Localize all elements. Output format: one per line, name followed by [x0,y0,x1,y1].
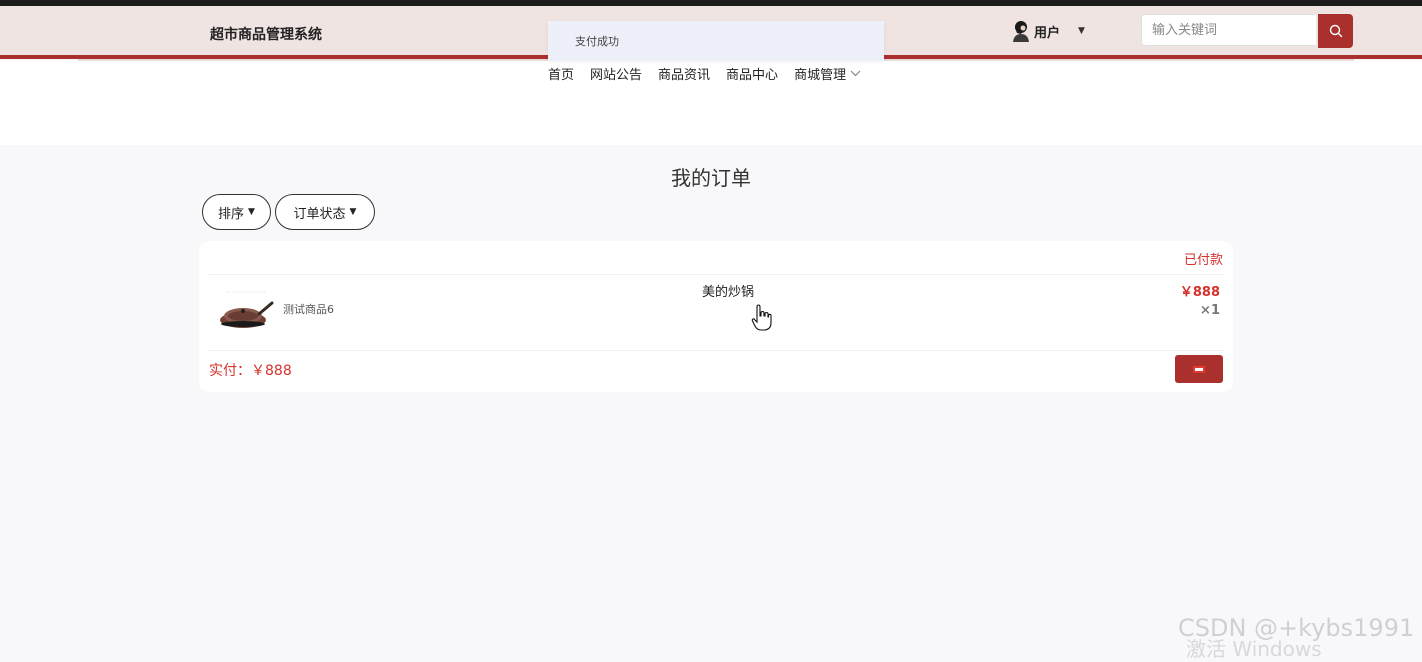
paid-label: 实付： [209,363,251,379]
card-divider [207,350,1225,351]
user-label: 用户 [1034,25,1061,41]
nav-item-mall-management[interactable]: 商城管理 [794,64,861,83]
main-nav: 首页 网站公告 商品资讯 商品中心 商城管理 [548,64,877,83]
search-input[interactable] [1141,14,1316,46]
product-name[interactable]: 测试商品6 [283,301,334,317]
product-title: 美的炒锅 [702,285,755,300]
card-divider [207,274,1225,275]
nav-item-announcements[interactable]: 网站公告 [590,64,642,83]
order-status-dropdown[interactable]: 订单状态 ▼ [275,194,375,230]
paid-total: 实付：￥888 [209,360,292,380]
page-title: 我的订单 [671,166,751,190]
chevron-down-icon [850,70,861,77]
paid-amount: ￥888 [251,363,292,379]
nav-dropdown-label: 商城管理 [794,68,847,83]
order-status-label: 订单状态 [293,206,346,222]
nav-item-news[interactable]: 商品资讯 [658,64,710,83]
product-price: ￥888 [1179,285,1220,300]
search-box [1141,14,1353,48]
order-status-badge: 已付款 [1183,253,1223,268]
caret-down-icon: ▼ [349,207,357,217]
sort-dropdown[interactable]: 排序 ▼ [202,194,271,230]
hand-pointer-icon [751,304,772,331]
avatar-icon [1013,21,1029,42]
order-card: 已付款 测试商品6 美的炒锅 ￥888 ×1 实付：￥888 [199,241,1233,392]
delete-order-button[interactable] [1175,355,1223,383]
user-menu[interactable]: 用户 ▼ [1012,20,1085,42]
product-image[interactable] [219,287,275,343]
windows-activation-watermark: 激活 Windows [1186,637,1322,661]
minus-icon [1195,367,1203,371]
nav-item-products[interactable]: 商品中心 [726,64,778,83]
caret-down-icon: ▼ [248,207,255,217]
nav-item-home[interactable]: 首页 [548,64,574,83]
caret-down-icon: ▼ [1078,26,1085,36]
toast-message: 支付成功 [575,35,619,48]
sort-label: 排序 [218,206,245,222]
search-button[interactable] [1318,14,1353,48]
product-quantity: ×1 [1200,303,1220,318]
search-icon [1329,24,1342,38]
payment-success-toast: 支付成功 [548,21,884,61]
site-brand[interactable]: 超市商品管理系统 [210,24,322,44]
